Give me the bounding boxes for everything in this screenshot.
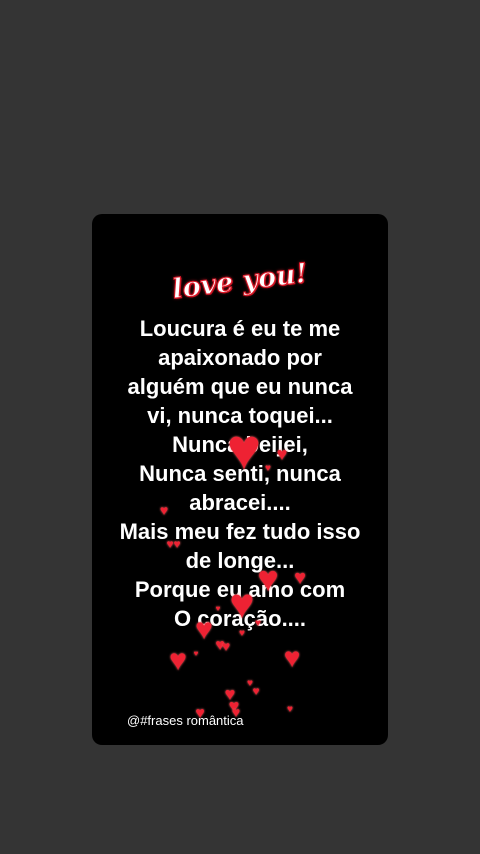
heart-icon: ♥ (221, 638, 231, 654)
heart-icon: ♥ (239, 628, 245, 639)
heart-icon: ♥ (229, 580, 255, 627)
heart-icon: ♥ (287, 704, 293, 715)
heart-icon: ♥ (257, 558, 279, 599)
heart-icon: ♥ (265, 463, 271, 474)
quote-line: Loucura é eu te me (139, 316, 341, 341)
quote-line: abracei.... (189, 490, 291, 515)
heart-icon: ♥ (255, 618, 261, 629)
heart-icon: ♥ (195, 613, 213, 646)
footer-caption: @#frases romântica (127, 713, 244, 728)
quote-line: apaixonado por (158, 345, 322, 370)
heart-icon: ♥ (252, 684, 260, 698)
heart-icon: ♥ (173, 537, 181, 551)
heart-icon: ♥ (159, 502, 169, 518)
logo-text: love you! (170, 257, 310, 305)
heart-icon: ♥ (169, 644, 187, 677)
love-you-logo: love you! (92, 256, 388, 306)
heart-icon: ♥ (226, 417, 262, 482)
heart-icon: ♥ (215, 604, 221, 613)
heart-icon: ♥ (294, 567, 306, 589)
quote-line: Mais meu fez tudo isso (119, 519, 361, 544)
heart-icon: ♥ (247, 678, 253, 689)
quote-line: alguém que eu nunca (127, 374, 353, 399)
story-card: love you! Loucura é eu te me apaixonado … (92, 214, 388, 745)
heart-icon: ♥ (193, 649, 199, 658)
heart-icon: ♥ (276, 444, 288, 464)
heart-icon: ♥ (283, 642, 301, 673)
